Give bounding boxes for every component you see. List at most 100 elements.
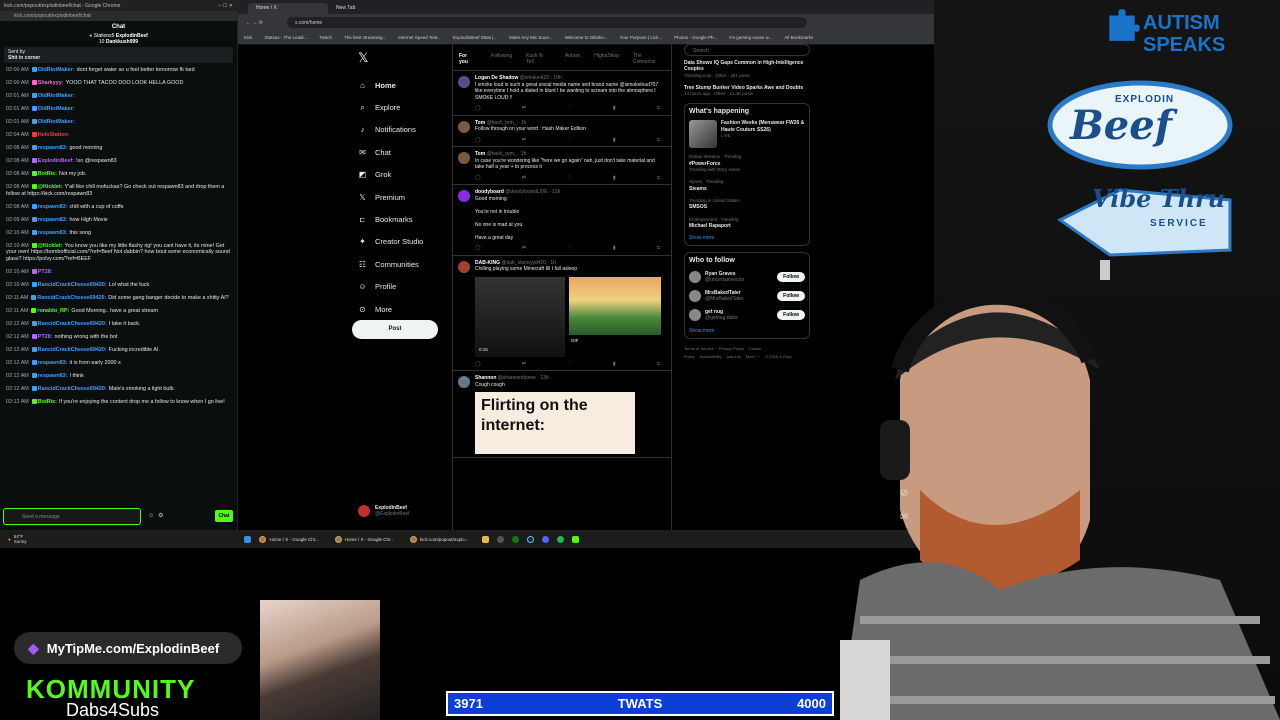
feed-tab[interactable]: Kush N Tell	[526, 53, 551, 65]
feed-tab[interactable]: HighaShop	[594, 53, 619, 65]
trend-item[interactable]: Entertainment · Trending Michael Rapaport	[689, 217, 805, 230]
footer-link[interactable]: More ···	[746, 354, 760, 359]
message-username[interactable]: RancidCrackCheese69420:	[38, 321, 107, 327]
search-input[interactable]: Search	[684, 44, 810, 56]
bookmark-item[interactable]: Kick	[244, 35, 253, 40]
tweet-author[interactable]: doodyboard	[475, 189, 504, 195]
bookmark-item[interactable]: Twitch	[319, 35, 332, 40]
bookmark-item[interactable]: ExplodinBeef Stats |...	[453, 35, 497, 40]
meme-image[interactable]: Flirting on the internet:	[475, 392, 635, 454]
taskbar-item[interactable]: kick.com/popout/explo...	[402, 535, 476, 543]
tweet-author[interactable]: Tom	[475, 120, 485, 126]
avatar[interactable]	[689, 290, 701, 303]
address-bar[interactable]: x.com/home	[286, 17, 807, 28]
bookmark-item[interactable]: Statsus - The Leadi...	[265, 35, 308, 40]
message-username[interactable]: OldRiotMaker:	[38, 106, 75, 112]
bookmark-item[interactable]: Welcome to Oklaho...	[565, 35, 608, 40]
message-username[interactable]: Sharkyyy:	[38, 80, 64, 86]
message-username[interactable]: respawn83:	[38, 373, 68, 379]
message-username[interactable]: RancidCrackCheese69420:	[38, 347, 107, 353]
tweet[interactable]: Logan De Shadow @smokin420 · 10h I smoke …	[453, 71, 671, 116]
bookmark-item[interactable]: Internet Speed Test...	[398, 35, 441, 40]
bookmark-icon[interactable]: ⊏	[657, 245, 661, 252]
repost-icon[interactable]: ⇄	[522, 245, 526, 252]
post-button[interactable]: Post	[352, 320, 438, 339]
discord-icon[interactable]	[542, 535, 550, 543]
views-icon[interactable]: ▮	[613, 175, 616, 182]
clock-icon[interactable]: ⊘	[900, 482, 908, 506]
follow-button[interactable]: Follow	[777, 291, 805, 302]
avatar[interactable]	[458, 376, 470, 388]
video-thumbnail[interactable]: 0:15	[475, 276, 565, 357]
message-username[interactable]: @Kicklet:	[38, 243, 63, 249]
message-username[interactable]: PT28:	[38, 269, 53, 275]
footer-link[interactable]: © 2026 X Corp.	[765, 354, 793, 359]
follow-button[interactable]: Follow	[777, 272, 805, 283]
repost-icon[interactable]: ⇄	[522, 361, 526, 368]
message-username[interactable]: OldRiotMaker:	[38, 93, 75, 99]
tweet[interactable]: Shannon @shannondonee · 13h Cough cough Fl…	[453, 371, 671, 458]
message-username[interactable]: ExplodinBeef:	[38, 158, 74, 164]
avatar[interactable]	[458, 260, 470, 273]
tweet-author[interactable]: DAB-KING	[475, 260, 500, 266]
chat-send-button[interactable]: Chat	[215, 510, 233, 522]
views-icon[interactable]: ▮	[613, 245, 616, 252]
follow-suggestion[interactable]: Ryan Graves @uncertainvector Follow	[689, 271, 805, 284]
tweet[interactable]: DAB-KING @dab_stoneyyd420 · 1h Chilling p…	[453, 256, 671, 371]
message-username[interactable]: RancidCrackCheese69420:	[37, 295, 106, 301]
trend-item[interactable]: Sports · Trending Steams	[689, 179, 805, 192]
nav-item-grok[interactable]: ◩ Grok	[358, 164, 448, 186]
gif-thumbnail[interactable]: GIF	[569, 276, 661, 343]
spotify-icon[interactable]	[557, 535, 565, 543]
feed-tab[interactable]: Following	[491, 53, 512, 65]
avatar[interactable]	[689, 271, 701, 284]
follow-button[interactable]: Follow	[777, 310, 805, 321]
obs-icon[interactable]	[497, 535, 505, 543]
reply-icon[interactable]: ◯	[475, 105, 481, 112]
kick-icon[interactable]	[572, 535, 580, 543]
message-username[interactable]: OldRiotMaker:	[38, 67, 75, 73]
bookmark-item[interactable]: The best streaming...	[344, 35, 386, 40]
repost-icon[interactable]: ⇄	[522, 175, 526, 182]
avatar[interactable]	[458, 190, 470, 202]
chat-tools[interactable]: ☺⚙	[148, 512, 168, 519]
bookmark-icon[interactable]: ⊏	[657, 175, 661, 182]
nav-item-creator-studio[interactable]: ✦ Creator Studio	[358, 231, 448, 253]
reply-icon[interactable]: ◯	[475, 175, 481, 182]
nav-item-explore[interactable]: ⌕ Explore	[358, 96, 448, 118]
trend-item[interactable]: Data Shows IQ Gaps Common in High-Intell…	[684, 60, 810, 79]
happening-event[interactable]: Fashion Weeks (Menswear FW26 & Haute Cou…	[689, 120, 805, 149]
bookmark-icon[interactable]: ⊏	[657, 105, 661, 112]
chat-input[interactable]: Send a message	[3, 508, 141, 525]
tweet[interactable]: Tom @hash_tom_ · 1h In case you're wonder…	[453, 147, 671, 185]
tab-home-x[interactable]: Home / X	[248, 3, 328, 14]
feed-tab[interactable]: The Connectio	[633, 53, 665, 65]
reply-icon[interactable]: ◯	[475, 245, 481, 252]
footer-link[interactable]: Ads info	[726, 354, 740, 359]
reply-icon[interactable]: ◯	[475, 361, 481, 368]
nav-item-notifications[interactable]: ♪ Notifications	[358, 119, 448, 141]
nav-arrows-icon[interactable]: ← → ⟳	[246, 20, 263, 26]
bookmark-item[interactable]: I'm gaming susan w...	[729, 35, 772, 40]
footer-link[interactable]: Accessibility	[700, 354, 722, 359]
bookmark-item[interactable]: Make Any Mic Soun...	[509, 35, 553, 40]
like-icon[interactable]: ♡	[567, 361, 571, 368]
repost-icon[interactable]: ⇄	[522, 137, 526, 144]
folder-icon[interactable]	[482, 535, 490, 543]
reply-icon[interactable]: ◯	[475, 137, 481, 144]
show-more-link[interactable]: Show more	[689, 235, 805, 241]
xbox-icon[interactable]	[512, 535, 520, 543]
nav-item-more[interactable]: ⊙ More	[358, 298, 448, 320]
avatar[interactable]	[458, 120, 470, 133]
tab-new-tab[interactable]: New Tab	[328, 3, 408, 14]
supporter-2b[interactable]: Dankkush999	[106, 39, 138, 45]
taskbar-item[interactable]: Home / X - Google Chr...	[327, 535, 402, 543]
trend-item[interactable]: Trending in United States SMSOS	[689, 198, 805, 211]
message-username[interactable]: respawn83:	[38, 360, 68, 366]
nav-item-communities[interactable]: ☷ Communities	[358, 253, 448, 275]
bookmark-icon[interactable]: ⊏	[657, 361, 661, 368]
views-icon[interactable]: ▮	[613, 361, 616, 368]
message-username[interactable]: respawn83:	[38, 217, 68, 223]
message-username[interactable]: @Kicklet:	[38, 184, 63, 190]
bookmark-item[interactable]: Your Purpose | Lick...	[620, 35, 663, 40]
